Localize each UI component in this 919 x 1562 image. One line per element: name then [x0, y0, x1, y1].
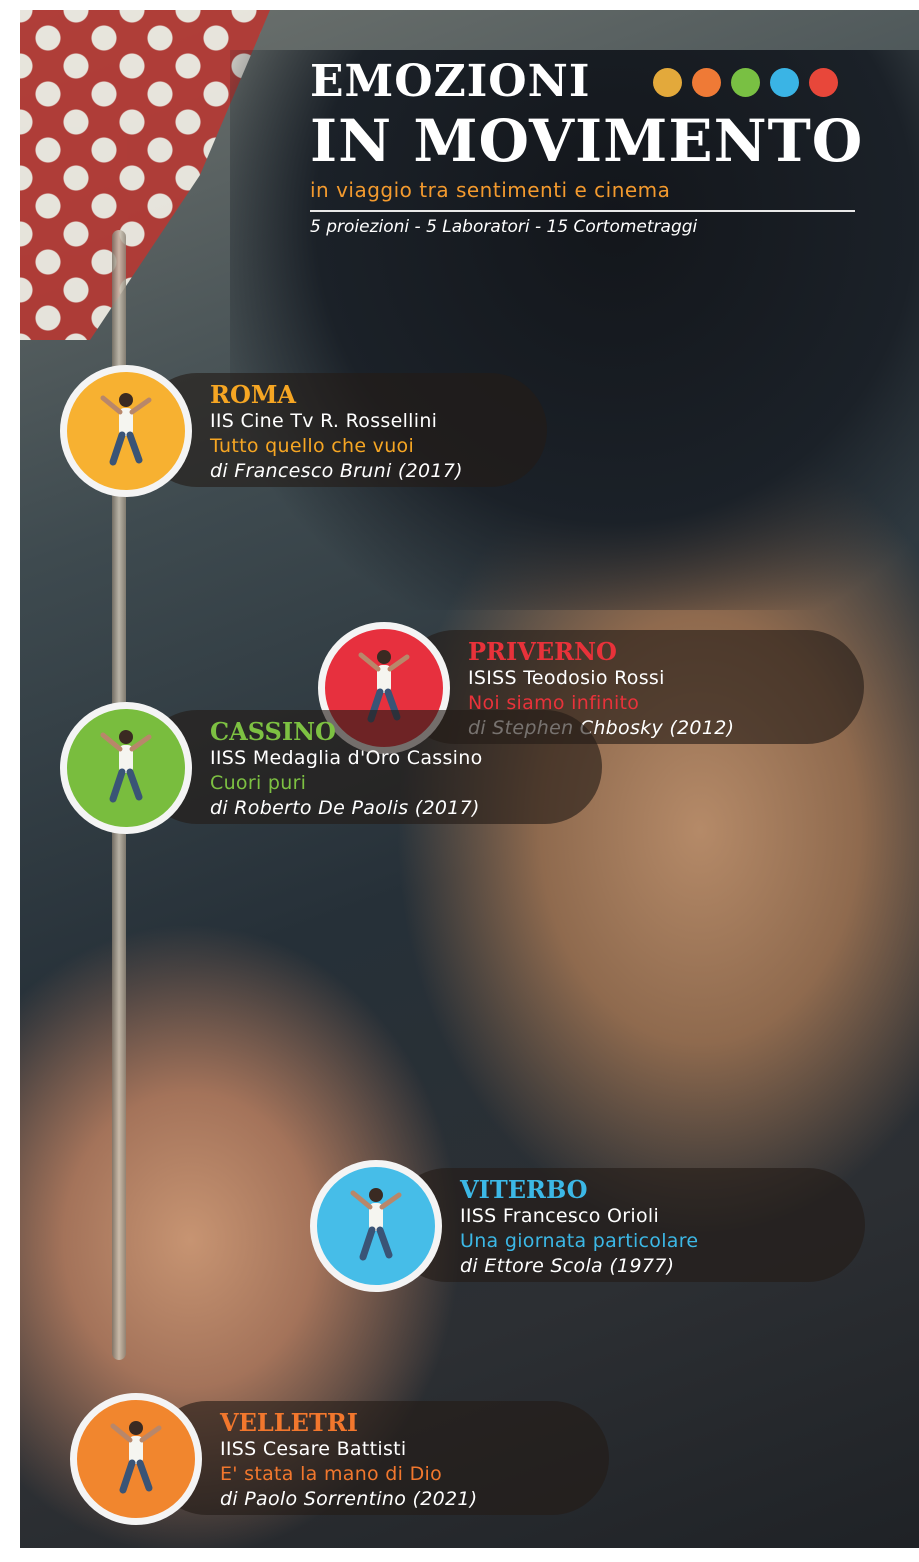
jumping-person-icon [100, 730, 152, 803]
jumping-person-figure [100, 730, 152, 803]
event-photo-circle [60, 365, 192, 497]
dot [809, 68, 838, 97]
event-director: di Francesco Bruni (2017) [210, 460, 463, 482]
color-dots [653, 68, 838, 97]
dot [692, 68, 721, 97]
title-line-2: IN MOVIMENTO [310, 107, 864, 175]
event-film: Cuori puri [210, 772, 307, 794]
title-line-1: EMOZIONI [310, 56, 591, 107]
event-city: VELLETRI [220, 1408, 358, 1437]
event-city: CASSINO [210, 717, 336, 746]
event-city: VITERBO [460, 1175, 588, 1204]
jumping-person-icon [110, 1421, 162, 1494]
title-divider [310, 210, 855, 212]
event-school: IISS Francesco Orioli [460, 1205, 660, 1227]
event-school: IISS Cesare Battisti [220, 1438, 407, 1460]
jumping-person-icon [100, 393, 152, 466]
event-school: IIS Cine Tv R. Rossellini [210, 410, 438, 432]
event-director: di Paolo Sorrentino (2021) [220, 1488, 478, 1510]
dot [731, 68, 760, 97]
dot [770, 68, 799, 97]
tagline: in viaggio tra sentimenti e cinema [310, 178, 671, 202]
event-photo-circle [70, 1393, 202, 1525]
subtitle: 5 proiezioni - 5 Laboratori - 15 Cortome… [310, 217, 698, 237]
event-school: ISISS Teodosio Rossi [468, 667, 665, 689]
event-film: Una giornata particolare [460, 1230, 699, 1252]
event-city: ROMA [210, 380, 297, 409]
poster-background: EMOZIONI IN MOVIMENTO in viaggio tra sen… [20, 10, 919, 1548]
jumping-person-icon [350, 1188, 402, 1261]
dot [653, 68, 682, 97]
jumping-person-figure [350, 1188, 402, 1261]
event-school: IISS Medaglia d'Oro Cassino [210, 747, 483, 769]
jumping-person-figure [100, 393, 152, 466]
event-film: E' stata la mano di Dio [220, 1463, 443, 1485]
event-photo-circle [60, 702, 192, 834]
jumping-person-figure [358, 650, 410, 723]
event-photo-circle [310, 1160, 442, 1292]
jumping-person-figure [110, 1421, 162, 1494]
event-director: di Ettore Scola (1977) [460, 1255, 675, 1277]
event-director: di Roberto De Paolis (2017) [210, 797, 480, 819]
event-film: Tutto quello che vuoi [210, 435, 415, 457]
event-city: PRIVERNO [468, 637, 617, 666]
